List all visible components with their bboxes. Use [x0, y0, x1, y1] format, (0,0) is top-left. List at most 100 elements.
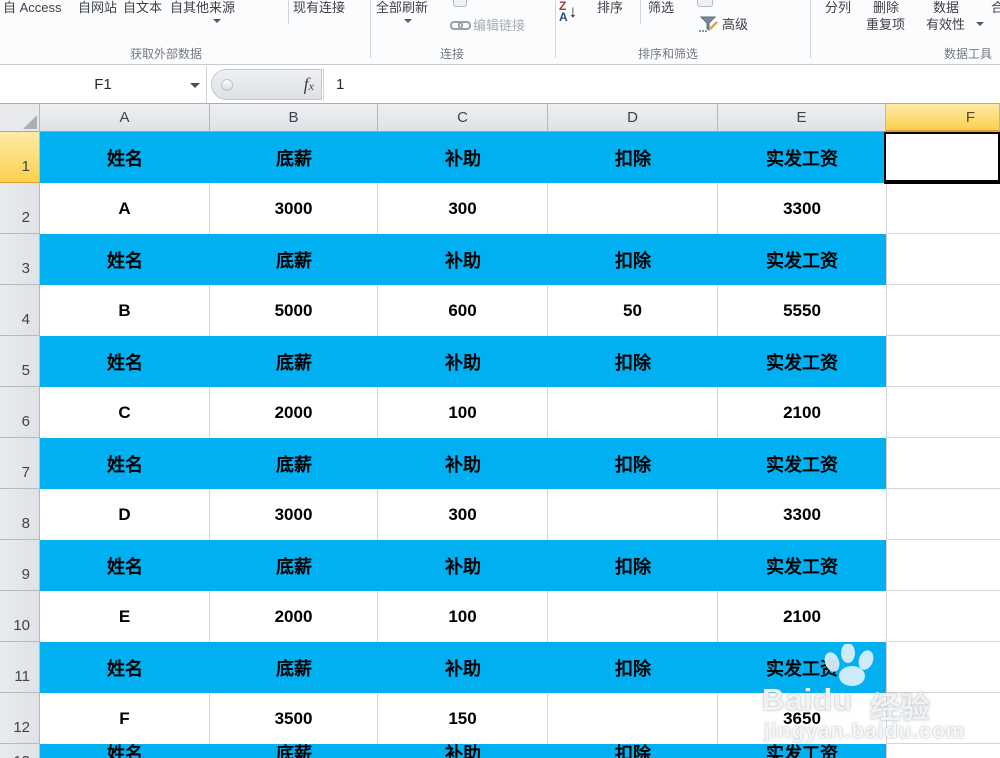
row-header-10[interactable]: 10: [0, 591, 40, 642]
data-cell[interactable]: [548, 591, 718, 642]
data-cell[interactable]: E: [40, 591, 210, 642]
refresh-icon[interactable]: [453, 0, 467, 7]
name-box[interactable]: F1: [0, 66, 207, 103]
data-cell[interactable]: 3300: [718, 489, 886, 540]
data-cell[interactable]: C: [40, 387, 210, 438]
row-header-7[interactable]: 7: [0, 438, 40, 489]
header-cell[interactable]: 扣除: [548, 540, 718, 591]
reapply-icon[interactable]: [697, 0, 713, 7]
button-existing-connections[interactable]: 现有连接: [293, 0, 345, 15]
row-header-1[interactable]: 1: [0, 132, 40, 183]
header-cell[interactable]: 底薪: [210, 540, 378, 591]
header-cell[interactable]: 补助: [378, 438, 548, 489]
select-all-corner[interactable]: [0, 104, 40, 132]
header-cell[interactable]: 底薪: [210, 132, 378, 183]
header-cell[interactable]: 姓名: [40, 744, 210, 758]
data-cell[interactable]: 100: [378, 591, 548, 642]
header-cell[interactable]: 扣除: [548, 438, 718, 489]
column-f-cell[interactable]: [886, 336, 1000, 387]
header-cell[interactable]: 底薪: [210, 438, 378, 489]
row-header-13[interactable]: 13: [0, 744, 40, 758]
header-cell[interactable]: 补助: [378, 540, 548, 591]
data-cell[interactable]: 2000: [210, 591, 378, 642]
insert-function-icon[interactable]: fx: [304, 74, 314, 95]
data-cell[interactable]: D: [40, 489, 210, 540]
button-remove-duplicates[interactable]: 删除: [873, 0, 899, 15]
header-cell[interactable]: 底薪: [210, 336, 378, 387]
column-header-D[interactable]: D: [548, 104, 718, 132]
column-f-cell[interactable]: [886, 438, 1000, 489]
header-cell[interactable]: 姓名: [40, 642, 210, 693]
header-cell[interactable]: 扣除: [548, 132, 718, 183]
header-cell[interactable]: 补助: [378, 642, 548, 693]
data-cell[interactable]: 2000: [210, 387, 378, 438]
row-header-12[interactable]: 12: [0, 693, 40, 744]
data-cell[interactable]: 50: [548, 285, 718, 336]
data-cell[interactable]: 600: [378, 285, 548, 336]
data-cell[interactable]: [548, 693, 718, 744]
button-advanced[interactable]: 高级: [722, 17, 748, 32]
data-cell[interactable]: 150: [378, 693, 548, 744]
data-cell[interactable]: 3300: [718, 183, 886, 234]
button-sort[interactable]: 排序: [597, 0, 623, 15]
button-from-access[interactable]: 自 Access: [3, 0, 62, 15]
header-cell[interactable]: 姓名: [40, 438, 210, 489]
header-cell[interactable]: 姓名: [40, 540, 210, 591]
column-f-cell[interactable]: [886, 285, 1000, 336]
header-cell[interactable]: 补助: [378, 744, 548, 758]
column-header-F[interactable]: F: [886, 104, 1000, 132]
data-cell[interactable]: 3650: [718, 693, 886, 744]
data-cell[interactable]: 300: [378, 183, 548, 234]
header-cell[interactable]: 补助: [378, 132, 548, 183]
advanced-filter-funnel-icon[interactable]: [698, 16, 720, 33]
button-refresh-all[interactable]: 全部刷新: [376, 0, 428, 15]
data-cell[interactable]: 3500: [210, 693, 378, 744]
header-cell[interactable]: 扣除: [548, 744, 718, 758]
data-cell[interactable]: [548, 387, 718, 438]
data-cell[interactable]: 2100: [718, 591, 886, 642]
button-data-validation-line2[interactable]: 有效性: [926, 17, 965, 32]
row-header-9[interactable]: 9: [0, 540, 40, 591]
row-header-8[interactable]: 8: [0, 489, 40, 540]
data-cell[interactable]: 3000: [210, 489, 378, 540]
header-cell[interactable]: 姓名: [40, 132, 210, 183]
column-header-A[interactable]: A: [40, 104, 210, 132]
button-text-to-columns[interactable]: 分列: [825, 0, 851, 15]
button-remove-duplicates-line2[interactable]: 重复项: [866, 17, 905, 32]
data-cell[interactable]: F: [40, 693, 210, 744]
header-cell[interactable]: 实发工资: [718, 336, 886, 387]
button-from-text[interactable]: 自文本: [123, 0, 162, 15]
column-f-cell[interactable]: [886, 183, 1000, 234]
header-cell[interactable]: 实发工资: [718, 744, 886, 758]
row-header-5[interactable]: 5: [0, 336, 40, 387]
header-cell[interactable]: 姓名: [40, 234, 210, 285]
data-cell[interactable]: 2100: [718, 387, 886, 438]
header-cell[interactable]: 实发工资: [718, 132, 886, 183]
data-cell[interactable]: 100: [378, 387, 548, 438]
column-f-cell[interactable]: [886, 693, 1000, 744]
sort-za-icon[interactable]: ZA ↓: [559, 1, 577, 23]
chevron-down-icon[interactable]: [976, 22, 984, 26]
header-cell[interactable]: 扣除: [548, 234, 718, 285]
data-cell[interactable]: 3000: [210, 183, 378, 234]
button-filter[interactable]: 筛选: [648, 0, 674, 15]
column-f-cell[interactable]: [886, 234, 1000, 285]
button-consolidate-partial[interactable]: 合: [991, 0, 1000, 15]
button-from-web[interactable]: 自网站: [78, 0, 117, 15]
header-cell[interactable]: 扣除: [548, 336, 718, 387]
data-cell[interactable]: 5000: [210, 285, 378, 336]
button-data-validation[interactable]: 数据: [933, 0, 959, 15]
header-cell[interactable]: 扣除: [548, 642, 718, 693]
row-header-6[interactable]: 6: [0, 387, 40, 438]
selected-cell-F1[interactable]: [884, 132, 1000, 184]
column-header-C[interactable]: C: [378, 104, 548, 132]
header-cell[interactable]: 底薪: [210, 234, 378, 285]
row-header-3[interactable]: 3: [0, 234, 40, 285]
column-f-cell[interactable]: [886, 642, 1000, 693]
name-box-dropdown-icon[interactable]: [190, 83, 200, 88]
header-cell[interactable]: 实发工资: [718, 540, 886, 591]
data-cell[interactable]: [548, 183, 718, 234]
row-header-4[interactable]: 4: [0, 285, 40, 336]
header-cell[interactable]: 底薪: [210, 642, 378, 693]
data-cell[interactable]: A: [40, 183, 210, 234]
